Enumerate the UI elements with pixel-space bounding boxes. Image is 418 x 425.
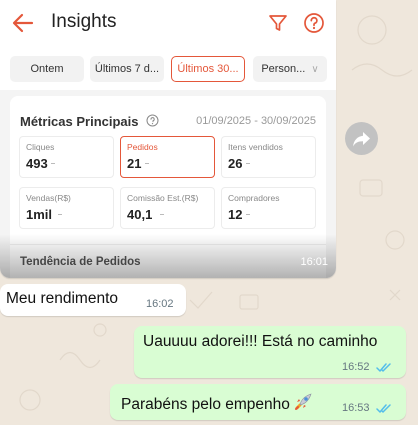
message-time: 16:02	[146, 298, 174, 310]
metric-value: 12	[228, 207, 243, 222]
metric-label: Cliques	[26, 142, 55, 152]
metric-tile-comissao: Comissão Est.(R$) 40,1	[120, 187, 215, 229]
metric-label: Comissão Est.(R$)	[127, 193, 199, 203]
image-message-time: 16:01	[300, 256, 328, 268]
message-text: Uauuuu adorei!!! Está no caminho	[143, 333, 378, 350]
divider	[10, 244, 326, 245]
help-icon	[304, 13, 324, 33]
metric-trend-dash	[51, 163, 55, 164]
metric-tile-compradores: Compradores 12	[221, 187, 316, 229]
metric-label: Itens vendidos	[228, 142, 283, 152]
chip-ultimos-30-dias: Últimos 30...	[171, 56, 245, 82]
message-content: Parabéns pelo empenho	[121, 392, 313, 414]
metric-trend-dash	[160, 214, 164, 215]
app-header: Insights	[0, 0, 336, 46]
info-icon	[146, 114, 159, 127]
trend-title: Tendência de Pedidos	[20, 256, 141, 268]
metric-label: Compradores	[228, 193, 280, 203]
metric-value: 493	[26, 156, 48, 171]
rocket-emoji	[294, 393, 312, 410]
metrics-title: Métricas Principais	[20, 114, 139, 129]
chip-ultimos-7-dias: Últimos 7 d...	[90, 56, 164, 82]
back-arrow-icon	[12, 13, 34, 33]
chip-personalizado: Person... ∨	[253, 56, 327, 82]
metric-value: 21	[127, 156, 142, 171]
metric-label: Vendas(R$)	[26, 193, 71, 203]
forward-button[interactable]	[345, 122, 378, 155]
metric-tile-itens-vendidos: Itens vendidos 26	[221, 136, 316, 178]
double-check-icon	[376, 404, 391, 413]
image-message[interactable]: Insights Ontem Últimos 7 d... Últimos 30…	[0, 0, 336, 278]
metric-label: Pedidos	[127, 142, 158, 152]
metrics-area: Métricas Principais 01/09/2025 - 30/09/2…	[0, 90, 336, 278]
message-text: Parabéns pelo empenho	[121, 396, 290, 413]
metric-tile-cliques: Cliques 493	[19, 136, 114, 178]
message-time: 16:53	[342, 402, 370, 414]
metrics-card: Métricas Principais 01/09/2025 - 30/09/2…	[10, 96, 326, 278]
message-text: Meu rendimento	[6, 290, 119, 307]
metrics-date-range: 01/09/2025 - 30/09/2025	[196, 115, 316, 127]
outgoing-message[interactable]: Parabéns pelo empenho 16:53	[110, 384, 406, 420]
chevron-down-icon: ∨	[311, 63, 319, 75]
date-range-selector: Ontem Últimos 7 d... Últimos 30... Perso…	[0, 46, 336, 90]
metric-trend-dash	[58, 214, 62, 215]
metric-value: 26	[228, 156, 243, 171]
metric-value: 1mil	[26, 207, 53, 222]
double-check-icon	[376, 363, 391, 372]
metric-tile-vendas: Vendas(R$) 1mil	[19, 187, 114, 229]
outgoing-message[interactable]: Uauuuu adorei!!! Está no caminho 16:52	[134, 326, 406, 378]
metric-trend-dash	[246, 163, 250, 164]
chip-ontem: Ontem	[10, 56, 84, 82]
forward-icon	[353, 132, 370, 147]
filter-icon	[269, 15, 287, 31]
app-title: Insights	[51, 11, 117, 32]
metric-trend-dash	[145, 163, 149, 164]
metric-trend-dash	[246, 214, 250, 215]
metric-tile-pedidos: Pedidos 21	[120, 136, 215, 178]
incoming-message[interactable]: Meu rendimento 16:02	[0, 284, 186, 316]
metric-value: 40,1	[127, 207, 153, 222]
message-time: 16:52	[342, 361, 370, 373]
